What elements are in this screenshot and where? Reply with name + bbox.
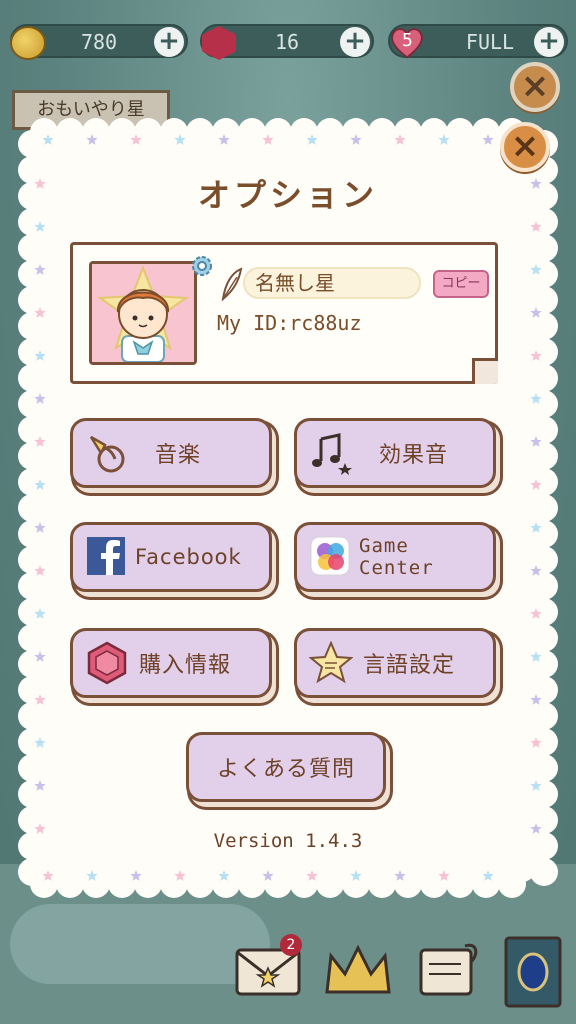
music-label: 音楽 [155,443,202,468]
purchase-info-label: 購入情報 [139,653,232,678]
gems-counter: 16 + [200,24,374,60]
top-hud: 780 + 16 + 5 FULL + [0,22,576,62]
avatar[interactable] [89,261,197,365]
copy-button[interactable]: コピー [433,270,489,298]
page-fold [472,358,498,384]
game-center-button[interactable]: Game Center [294,522,496,592]
star-speech-icon [309,641,353,684]
dialog-title: オプション [197,176,378,214]
coins-counter: 780 + [10,24,188,60]
mail-button[interactable]: 2 [228,932,308,1012]
character-avatar-icon [92,264,194,362]
book-icon [504,936,562,1008]
facebook-icon [87,537,125,575]
ranking-button[interactable] [318,932,398,1012]
mail-badge: 2 [280,934,302,956]
gear-icon[interactable] [189,253,215,279]
options-dialog: オプション 名無し星 コピー My ID:rc88uz 音楽 効果音 Faceb… [18,118,558,898]
add-lives-button[interactable]: + [534,27,564,57]
player-id: My ID:rc88uz [217,311,362,335]
faq-label: よくある質問 [216,757,355,782]
background-close-icon: × [510,62,560,112]
version-text: Version 1.4.3 [213,830,363,852]
purchase-info-button[interactable]: 購入情報 [70,628,272,698]
music-toggle-button[interactable]: 音楽 [70,418,272,488]
language-label: 言語設定 [363,653,456,678]
ruby-icon [87,641,127,685]
bottom-bar: 2 [0,914,576,1024]
quest-button[interactable] [408,932,488,1012]
close-icon[interactable]: × [500,122,550,172]
lives-counter: 5 FULL + [388,24,568,59]
crown-icon [325,944,391,994]
music-note-icon [312,433,352,475]
faq-button[interactable]: よくある質問 [186,732,386,802]
sfx-label: 効果音 [379,443,449,468]
facebook-button[interactable]: Facebook [70,522,272,592]
profile-card: 名無し星 コピー My ID:rc88uz [70,242,498,384]
feather-icon [221,267,243,301]
player-name-field[interactable]: 名無し星 [243,267,421,299]
add-gems-button[interactable]: + [340,27,370,57]
collection-button[interactable] [492,932,572,1012]
add-coins-button[interactable]: + [154,27,184,57]
horn-icon [89,435,125,473]
game-center-icon [310,536,350,576]
language-settings-button[interactable]: 言語設定 [294,628,496,698]
scroll-icon [419,943,478,996]
facebook-label: Facebook [135,545,242,569]
sound-effects-toggle-button[interactable]: 効果音 [294,418,496,488]
game-center-label: Game Center [359,535,434,579]
